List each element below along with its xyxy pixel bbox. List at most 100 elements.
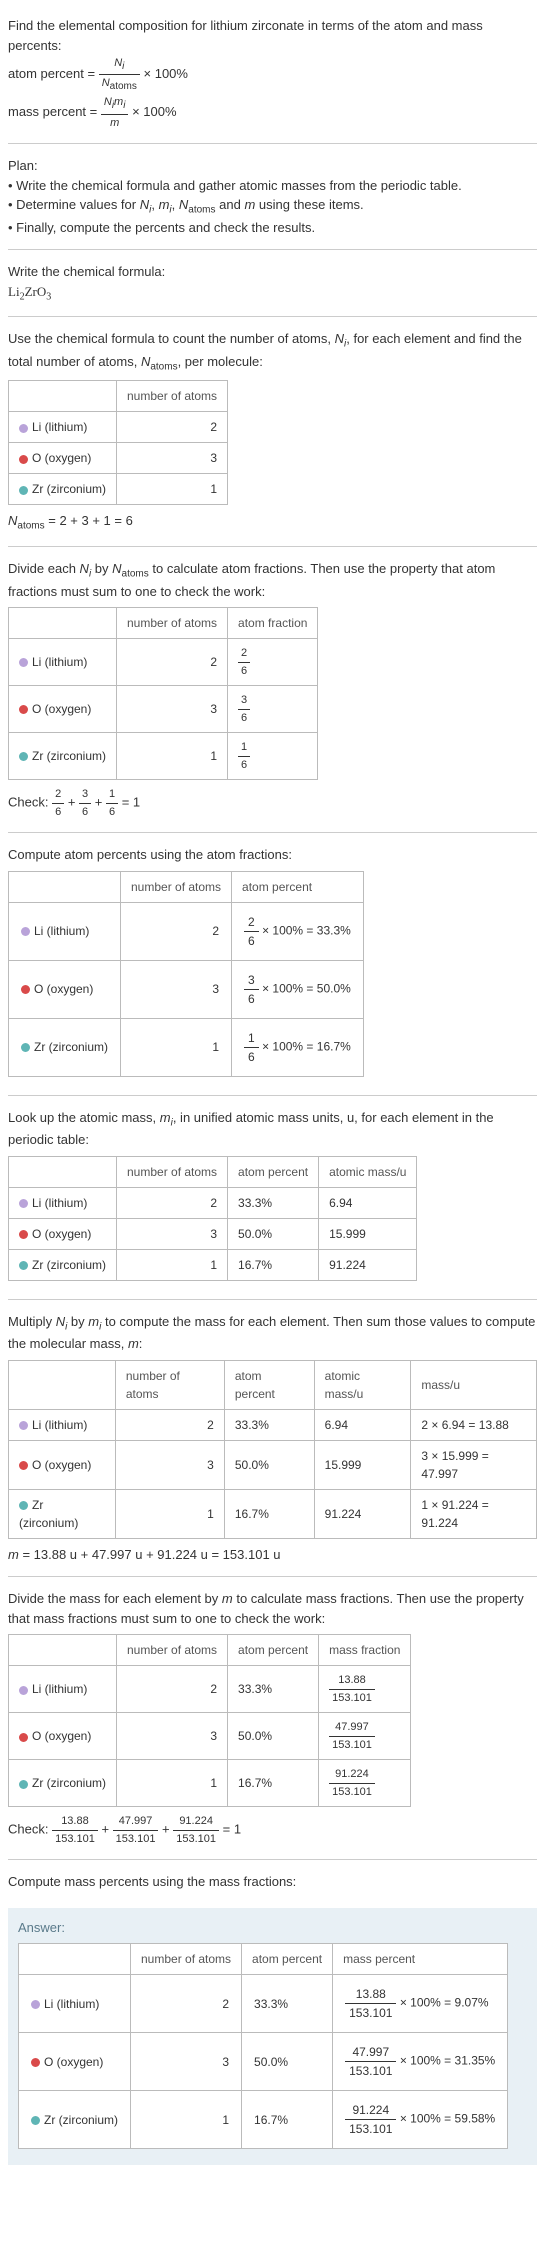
formula-title: Write the chemical formula: <box>8 262 537 282</box>
divider <box>8 1576 537 1577</box>
element-name: Li (lithium) <box>32 655 87 669</box>
frac-num: 3 <box>238 692 250 710</box>
frac-num: Ni <box>99 55 140 75</box>
frac-num: 13.88 <box>52 1813 98 1831</box>
atomfrac-check: Check: 26 + 36 + 16 = 1 <box>8 786 537 820</box>
atom-count: 2 <box>131 1975 242 2033</box>
element-dot-icon <box>19 1261 28 1270</box>
table-row: Zr (zirconium)116.7%91.224153.101 × 100%… <box>19 2091 508 2149</box>
frac-num: Nimi <box>101 94 129 114</box>
atom-percent: 16.7% <box>242 2091 333 2149</box>
element-cell: Zr (zirconium) <box>9 1249 117 1280</box>
final-intro: Compute mass percents using the mass fra… <box>8 1872 537 1892</box>
table-header-row: number of atoms atom percent mass percen… <box>19 1944 508 1975</box>
text: using these items. <box>255 197 363 212</box>
atom-count: 3 <box>117 686 228 733</box>
element-dot-icon <box>19 1461 28 1470</box>
atom-percent-label: atom percent = <box>8 66 99 81</box>
atom-fraction: 26 <box>228 639 318 686</box>
frac-num: 1 <box>244 1029 259 1048</box>
atom-count: 3 <box>117 1218 228 1249</box>
check-label: Check: <box>8 1822 52 1837</box>
table-header <box>9 1635 117 1666</box>
plan-bullet: • Determine values for Ni, mi, Natoms an… <box>8 195 537 218</box>
element-cell: Li (lithium) <box>9 1187 117 1218</box>
element-dot-icon <box>21 927 30 936</box>
result: × 100% = 33.3% <box>259 923 351 937</box>
element-name: Li (lithium) <box>32 1418 87 1432</box>
atom-count: 1 <box>121 1018 232 1076</box>
table-header: number of atoms <box>117 1635 228 1666</box>
element-dot-icon <box>19 455 28 464</box>
table-row: O (oxygen)3 <box>9 443 228 474</box>
table-row: Li (lithium)2 <box>9 412 228 443</box>
atom-count: 3 <box>117 443 228 474</box>
atom-count: 3 <box>121 960 232 1018</box>
table-header: number of atoms <box>131 1944 242 1975</box>
element-dot-icon <box>21 985 30 994</box>
mass-fraction: 47.997153.101 <box>319 1713 411 1760</box>
frac-den: 153.101 <box>329 1737 375 1754</box>
table-header: atomic mass/u <box>319 1156 417 1187</box>
check-label: Check: <box>8 795 52 810</box>
atompercent-section: Compute atom percents using the atom fra… <box>8 837 537 1091</box>
frac-den: 6 <box>244 932 259 950</box>
element-cell: O (oxygen) <box>9 1218 117 1249</box>
atom-count: 3 <box>115 1440 224 1489</box>
massfrac-table: number of atoms atom percent mass fracti… <box>8 1634 411 1807</box>
table-header: number of atoms <box>117 1156 228 1187</box>
frac-den: 153.101 <box>345 2120 396 2138</box>
atomic-mass: 91.224 <box>319 1249 417 1280</box>
frac-num: 47.997 <box>329 1719 375 1737</box>
element-dot-icon <box>19 486 28 495</box>
atom-count: 3 <box>117 1713 228 1760</box>
element-cell: Li (lithium) <box>9 412 117 443</box>
answer-table: number of atoms atom percent mass percen… <box>18 1943 508 2149</box>
atomfrac-intro: Divide each Ni by Natoms to calculate at… <box>8 559 537 601</box>
atom-count: 1 <box>117 1249 228 1280</box>
atom-percent: 33.3% <box>228 1666 319 1713</box>
element-cell: Li (lithium) <box>9 639 117 686</box>
frac-num: 47.997 <box>345 2043 396 2062</box>
table-header <box>9 871 121 902</box>
frac-num: 2 <box>244 913 259 932</box>
element-name: Li (lithium) <box>44 1997 99 2011</box>
table-header: atom percent <box>232 871 364 902</box>
plan-title: Plan: <box>8 156 537 176</box>
table-header: number of atoms <box>117 381 228 412</box>
frac-num: 1 <box>238 739 250 757</box>
divider <box>8 143 537 144</box>
atom-count: 1 <box>117 1760 228 1807</box>
atom-percent: 16.7% <box>228 1249 319 1280</box>
element-dot-icon <box>19 1501 28 1510</box>
table-header-row: number of atoms <box>9 381 228 412</box>
result: × 100% = 9.07% <box>396 1996 488 2010</box>
atomfrac-table: number of atoms atom fraction Li (lithiu… <box>8 607 318 780</box>
table-row: O (oxygen)350.0%15.999 <box>9 1218 417 1249</box>
atom-percent: 16.7% <box>228 1760 319 1807</box>
mass-percent: 47.997153.101 × 100% = 31.35% <box>333 2033 508 2091</box>
atom-fraction: 36 <box>228 686 318 733</box>
table-row: Zr (zirconium)116.7%91.2241 × 91.224 = 9… <box>9 1489 537 1538</box>
element-name: Li (lithium) <box>32 1196 87 1210</box>
table-row: Li (lithium)233.3%13.88153.101 × 100% = … <box>19 1975 508 2033</box>
table-row: O (oxygen)350.0%47.997153.101 × 100% = 3… <box>19 2033 508 2091</box>
atom-fraction: 16 <box>228 733 318 780</box>
mass-calc: 3 × 15.999 = 47.997 <box>411 1440 537 1489</box>
final-section: Compute mass percents using the mass fra… <box>8 1864 537 1900</box>
atomicmass-table: number of atoms atom percent atomic mass… <box>8 1156 417 1281</box>
table-row: O (oxygen)350.0%47.997153.101 <box>9 1713 411 1760</box>
table-header-row: number of atoms atom fraction <box>9 608 318 639</box>
element-name: O (oxygen) <box>32 1458 91 1472</box>
intro-section: Find the elemental composition for lithi… <box>8 8 537 139</box>
element-name: Li (lithium) <box>32 420 87 434</box>
table-header <box>9 381 117 412</box>
element-name: Li (lithium) <box>34 924 89 938</box>
table-header: atom percent <box>224 1360 314 1409</box>
element-dot-icon <box>19 1230 28 1239</box>
table-row: Li (lithium)226 <box>9 639 318 686</box>
frac-den: 6 <box>238 757 250 774</box>
table-header: number of atoms <box>121 871 232 902</box>
table-row: O (oxygen)336 × 100% = 50.0% <box>9 960 364 1018</box>
frac-den: 153.101 <box>345 2004 396 2022</box>
